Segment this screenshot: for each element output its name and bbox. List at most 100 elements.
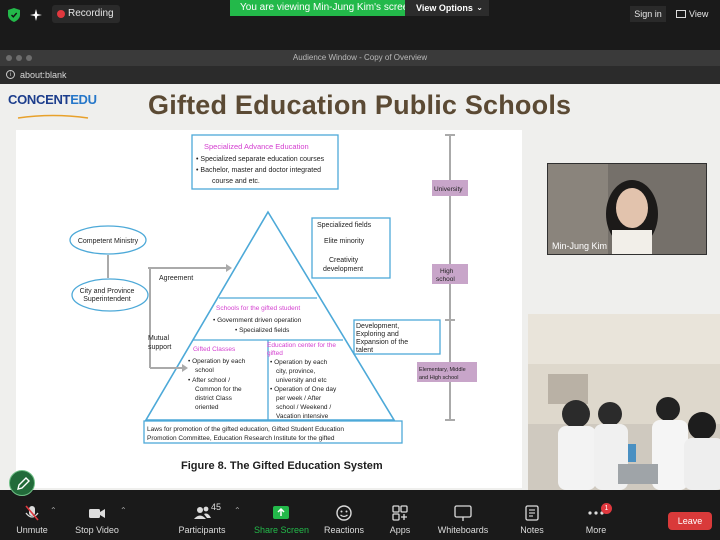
gov-driven-label: • Government driven operation — [213, 317, 302, 324]
top-box-item-1: • Specialized separate education courses — [196, 156, 325, 163]
edu-center-line-1: Education center for the — [267, 342, 336, 349]
slide-title: Gifted Education Public Schools — [148, 90, 572, 120]
top-box-item-3: course and etc. — [212, 178, 260, 185]
pencil-icon — [17, 477, 30, 490]
ec-item-4: • Operation of One day — [270, 386, 337, 393]
edu-center-line-2: gifted — [267, 350, 283, 357]
figure-caption: Figure 8. The Gifted Education System — [181, 460, 383, 472]
record-dot-icon — [57, 10, 65, 18]
apps-label: Apps — [389, 525, 411, 535]
high-line-1: High — [440, 268, 454, 275]
laws-line-2: Promotion Committee, Education Research … — [147, 435, 335, 442]
city-province-line-1: City and Province — [80, 288, 135, 295]
meeting-top-bar: Recording You are viewing Min-Jung Kim's… — [0, 0, 720, 30]
gc-item-3: • After school / — [188, 377, 230, 384]
share-screen-label: Share Screen — [254, 525, 310, 535]
dev-line-3: Expansion of the — [356, 339, 408, 346]
unmute-label: Unmute — [16, 525, 48, 535]
participants-button[interactable]: 45 Participants — [178, 496, 226, 540]
city-province-oval — [71, 278, 149, 312]
elem-line-2: and High school — [419, 375, 458, 381]
notes-label: Notes — [520, 525, 544, 535]
ec-item-2: city, province, — [276, 368, 315, 375]
video-options-chevron-icon[interactable]: ⌃ — [120, 506, 127, 515]
gc-item-5: district Class — [195, 395, 233, 402]
reactions-smiley-icon — [336, 505, 352, 521]
agreement-label: Agreement — [159, 275, 193, 282]
elite-minority-label: Elite minority — [324, 238, 365, 245]
creativity-line-1: Creativity — [329, 257, 359, 264]
audio-options-chevron-icon[interactable]: ⌃ — [50, 506, 57, 515]
address-text: about:blank — [20, 70, 67, 80]
spec-fields-label: • Specialized fields — [235, 327, 290, 334]
window-title: Audience Window - Copy of Overview — [292, 53, 428, 62]
stop-video-label: Stop Video — [75, 525, 119, 535]
logo-text-a: CONCENT — [8, 92, 71, 107]
speaker-name: Min-Jung Kim — [552, 241, 608, 251]
apps-button[interactable]: Apps — [382, 496, 418, 540]
whiteboard-icon — [454, 505, 472, 521]
annotate-button[interactable] — [9, 470, 35, 496]
reactions-button[interactable]: Reactions — [322, 496, 366, 540]
mutual-line-2: support — [148, 344, 171, 351]
sign-in-button[interactable]: Sign in — [630, 6, 666, 22]
mutual-arrowhead — [182, 364, 188, 372]
laws-line-1: Laws for promotion of the gifted educati… — [147, 426, 344, 433]
window-title-bar: Audience Window - Copy of Overview — [0, 50, 720, 66]
ec-item-5: per week / After — [276, 395, 322, 402]
ec-item-1: • Operation by each — [270, 359, 328, 366]
recording-label: Recording — [68, 8, 114, 19]
spec-fields-title: Specialized fields — [317, 222, 372, 229]
gifted-classes-title: Gifted Classes — [193, 346, 236, 353]
notes-button[interactable]: Notes — [514, 496, 550, 540]
whiteboards-label: Whiteboards — [437, 525, 489, 535]
view-options-label: View Options — [416, 3, 473, 13]
viewing-banner: You are viewing Min-Jung Kim's screen — [230, 0, 424, 16]
whiteboards-button[interactable]: Whiteboards — [436, 496, 490, 540]
unmute-button[interactable]: Unmute — [12, 496, 52, 540]
recording-indicator[interactable]: Recording — [52, 5, 120, 23]
speaker-video[interactable]: Min-Jung Kim — [547, 163, 707, 255]
address-bar: i about:blank — [0, 66, 720, 84]
share-screen-button[interactable]: Share Screen — [254, 496, 310, 540]
gc-item-2: school — [195, 367, 214, 374]
participants-chevron-icon[interactable]: ⌃ — [234, 506, 241, 515]
share-screen-icon — [273, 506, 289, 519]
ec-item-3: university and etc — [276, 377, 327, 384]
mic-muted-icon — [25, 505, 39, 521]
window-minimize-dot — [16, 55, 22, 61]
mutual-line-1: Mutual — [148, 335, 169, 342]
window-zoom-dot — [26, 55, 32, 61]
view-label: View — [689, 9, 709, 19]
participant-count: 45 — [211, 502, 222, 512]
dev-line-2: Exploring and — [356, 331, 399, 338]
more-label: More — [585, 525, 607, 535]
competent-ministry-label: Competent Ministry — [78, 238, 139, 245]
more-notification-badge: 1 — [601, 503, 612, 514]
top-box-item-2: • Bachelor, master and doctor integrated — [196, 167, 321, 174]
ec-item-7: Vacation intensive — [276, 413, 329, 420]
gc-item-4: Common for the — [195, 386, 242, 393]
shared-screen: Audience Window - Copy of Overview i abo… — [0, 50, 720, 490]
leave-button[interactable]: Leave — [668, 512, 712, 530]
chevron-down-icon: ⌄ — [476, 3, 483, 12]
ai-companion-icon[interactable] — [30, 8, 42, 22]
ec-item-6: school / Weekend / — [276, 404, 331, 411]
gifted-education-figure: Specialized Advance Education • Speciali… — [16, 130, 522, 488]
stop-video-button[interactable]: Stop Video — [74, 496, 120, 540]
notes-icon — [525, 505, 539, 521]
window-close-dot — [6, 55, 12, 61]
gc-item-1: • Operation by each — [188, 358, 246, 365]
participants-label: Participants — [178, 525, 226, 535]
shield-icon[interactable] — [8, 8, 20, 22]
more-button[interactable]: 1 More — [578, 496, 614, 540]
view-options-button[interactable]: View Options ⌄ — [405, 0, 489, 16]
top-box-title: Specialized Advance Education — [204, 142, 309, 151]
concent-edu-logo: CONCENTEDU — [8, 92, 98, 119]
video-camera-icon — [89, 509, 105, 518]
university-label: University — [434, 186, 463, 193]
presentation-slide: CONCENTEDU Gifted Education Public Schoo… — [0, 84, 720, 490]
view-button[interactable]: View — [676, 6, 714, 22]
logo-text-b: EDU — [70, 92, 97, 107]
classroom-photo — [528, 314, 720, 490]
